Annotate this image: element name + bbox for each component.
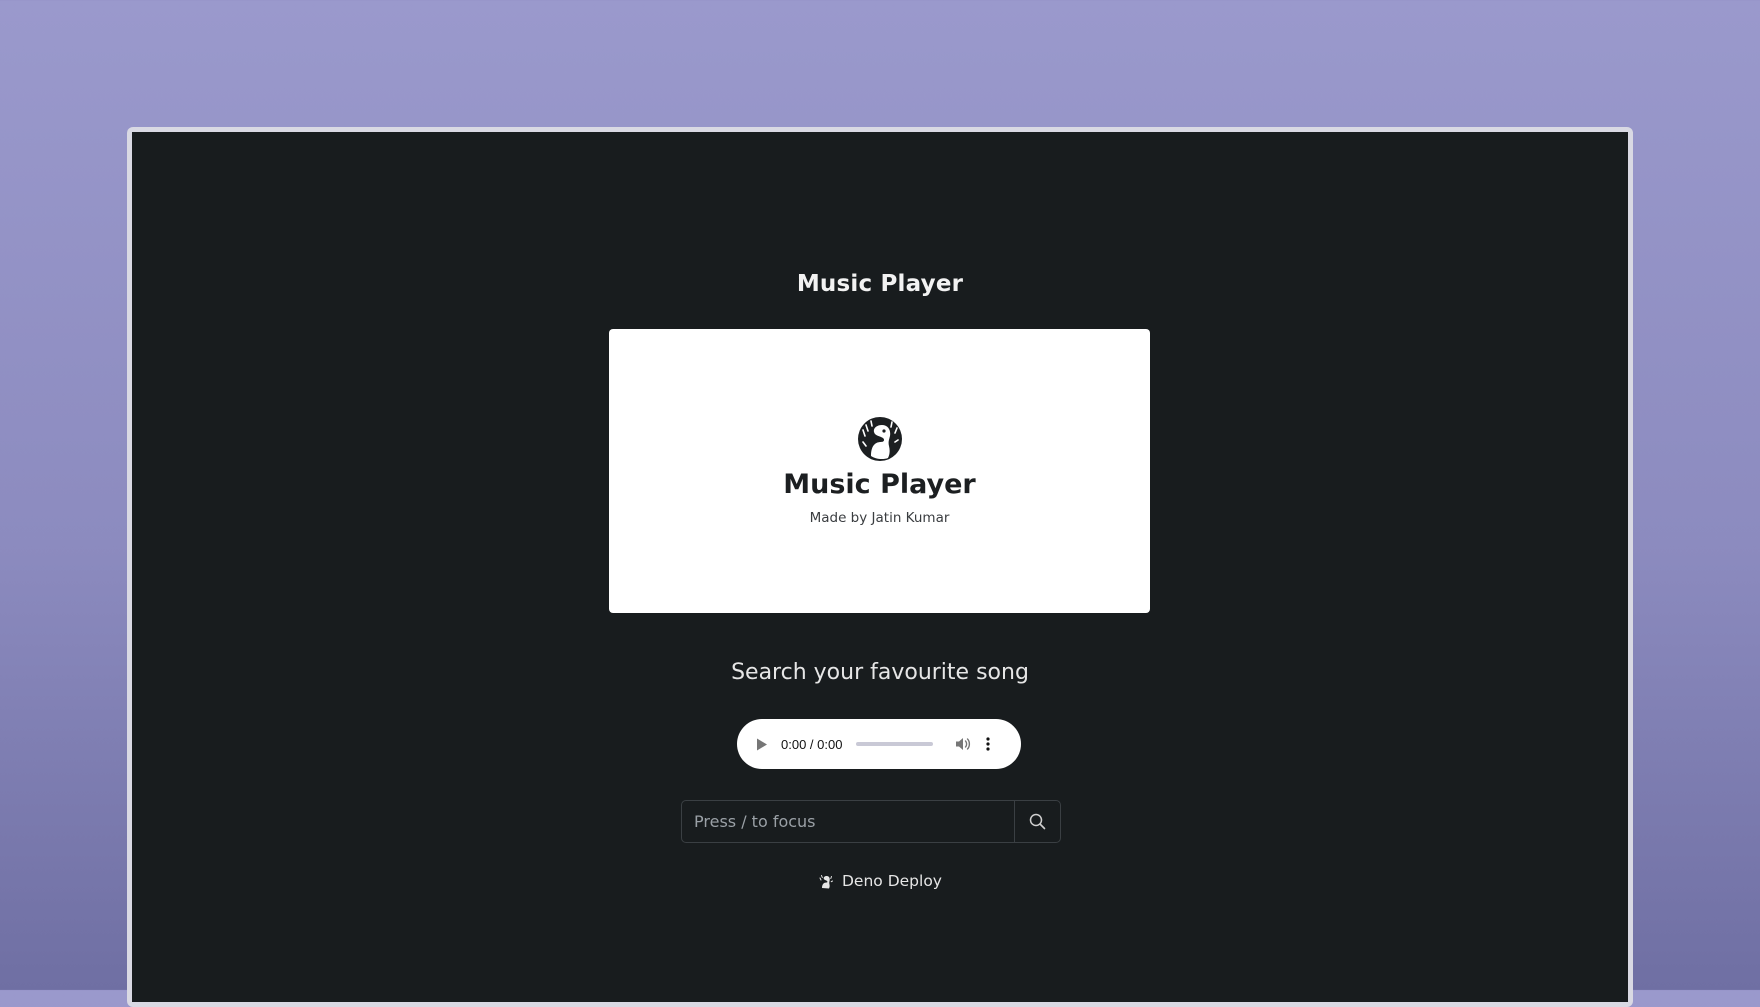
play-icon[interactable] <box>755 737 769 751</box>
audio-player: 0:00 / 0:00 <box>737 719 1021 769</box>
search-button[interactable] <box>1014 801 1060 842</box>
hero-card: Music Player Made by Jatin Kumar <box>609 329 1150 613</box>
deno-icon <box>818 873 834 889</box>
audio-progress-slider[interactable] <box>856 742 934 746</box>
deno-dinosaur-icon <box>857 416 903 462</box>
hero-title: Music Player <box>783 469 976 500</box>
search-bar <box>681 800 1061 843</box>
search-icon <box>1029 813 1046 830</box>
hero-subtitle: Made by Jatin Kumar <box>809 510 950 526</box>
search-input[interactable] <box>682 801 1014 842</box>
volume-icon[interactable] <box>955 736 971 752</box>
deno-deploy-link[interactable]: Deno Deploy <box>132 872 1628 890</box>
browser-window: Music Player Music Player Made by Jatin … <box>127 127 1633 1007</box>
more-vertical-icon[interactable] <box>985 736 991 752</box>
page-title: Music Player <box>796 271 964 297</box>
page-viewport: Music Player Music Player Made by Jatin … <box>132 132 1628 1002</box>
search-heading: Search your favourite song <box>731 660 1029 685</box>
audio-time: 0:00 / 0:00 <box>781 736 843 752</box>
deno-deploy-label: Deno Deploy <box>842 872 942 890</box>
